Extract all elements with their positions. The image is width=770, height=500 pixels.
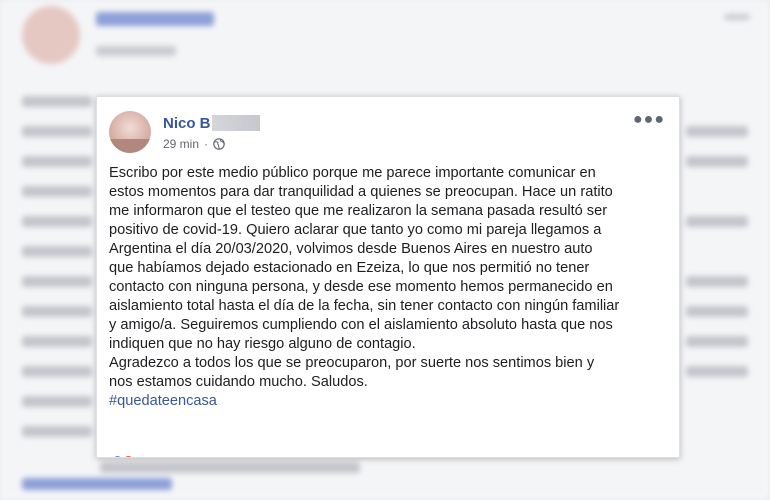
post-text-line: positivo de covid-19. Quiero aclarar que… (109, 222, 602, 238)
background-text-line (22, 336, 92, 347)
background-text-line (22, 186, 92, 197)
more-options-icon[interactable]: ●●● (633, 111, 665, 129)
background-text-line (686, 156, 748, 167)
meta-separator: · (204, 137, 209, 151)
post-text-line: aislamiento total hasta el día de la fec… (109, 298, 620, 314)
background-hashtag-link (22, 478, 172, 490)
background-author-name (96, 12, 214, 26)
globe-icon[interactable] (213, 138, 225, 150)
author-name-text[interactable]: Nico B (163, 115, 211, 132)
reaction-icons[interactable] (113, 452, 153, 457)
background-avatar (22, 6, 80, 64)
like-reaction-icon (113, 456, 122, 457)
post-text-line: que habíamos dejado estacionado en Ezeiz… (109, 260, 590, 276)
background-text-line (22, 306, 92, 317)
background-text-line (22, 216, 92, 227)
post-timestamp[interactable]: 29 min (163, 137, 199, 151)
post-text-line: contacto con ninguna persona, y desde es… (109, 279, 613, 295)
background-text-line (686, 276, 748, 287)
post-text-line: Agradezco a todos los que se preocuparon… (109, 355, 595, 371)
redaction-block (211, 115, 260, 131)
avatar[interactable] (109, 111, 151, 153)
post-body: Escribo por este medio público porque me… (109, 164, 669, 411)
background-more-icon (724, 14, 750, 20)
post-text-line: nos estamos cuidando mucho. Saludos. (109, 374, 368, 390)
background-text-line (22, 156, 92, 167)
background-text-line (22, 396, 92, 407)
hashtag-link[interactable]: #quedateencasa (109, 393, 217, 409)
post-text-line: y amigo/a. Seguiremos cumpliendo con el … (109, 317, 613, 333)
post-text-line: me informaron que el testeo que me reali… (109, 203, 608, 219)
post-text-line: estos momentos para dar tranquilidad a q… (109, 184, 613, 200)
background-text-line (100, 462, 360, 473)
background-post-meta (96, 46, 176, 56)
post-text-line: indiquen que no hay riesgo alguno de con… (109, 336, 416, 352)
post-paragraph: Agradezco a todos los que se preocuparon… (109, 354, 669, 411)
post-card: Nico B 29 min · ●●● Escribo por este med… (96, 96, 680, 458)
background-text-line (22, 366, 92, 377)
love-reaction-icon (124, 456, 133, 457)
post-text-line: Escribo por este medio público porque me… (109, 165, 596, 181)
background-text-line (686, 216, 748, 227)
author-name[interactable]: Nico B (163, 114, 260, 132)
background-text-line (686, 306, 748, 317)
post-text-line: Argentina el día 20/03/2020, volvimos de… (109, 241, 593, 257)
post-meta: 29 min · (163, 137, 225, 151)
background-text-line (22, 246, 92, 257)
background-text-line (22, 426, 92, 437)
background-text-line (22, 276, 92, 287)
background-text-line (686, 336, 748, 347)
background-text-line (22, 126, 92, 137)
post-paragraph: Escribo por este medio público porque me… (109, 164, 669, 354)
background-text-line (22, 96, 92, 107)
background-text-line (686, 366, 748, 377)
background-text-line (686, 126, 748, 137)
